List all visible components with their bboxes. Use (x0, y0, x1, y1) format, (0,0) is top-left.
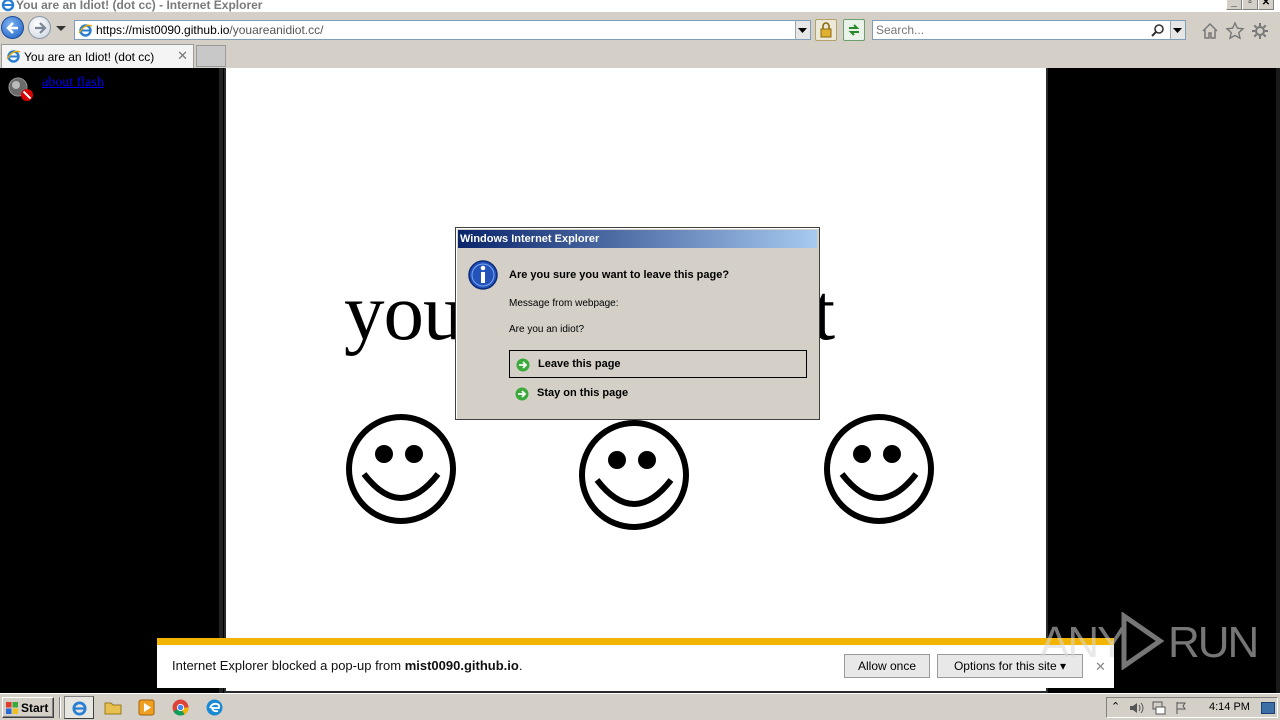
notification-suffix: . (518, 658, 523, 673)
tab-title: You are an Idiot! (dot cc) (24, 50, 155, 64)
chevron-down-icon (1173, 28, 1182, 33)
flag-icon[interactable] (1175, 701, 1189, 715)
taskbar-edge-button[interactable] (200, 696, 230, 719)
tab-bar: You are an Idiot! (dot cc) ✕ (0, 44, 1280, 68)
window-title: You are an Idiot! (dot cc) - Internet Ex… (16, 0, 263, 12)
dialog-message: Are you an idiot? (509, 324, 585, 335)
search-box[interactable] (872, 20, 1186, 40)
back-button[interactable] (1, 16, 24, 39)
media-player-icon (138, 699, 155, 716)
title-bar: You are an Idiot! (dot cc) - Internet Ex… (0, 0, 1280, 12)
home-icon[interactable] (1200, 21, 1220, 41)
favorites-star-icon[interactable] (1225, 21, 1245, 41)
back-arrow-icon (6, 22, 18, 34)
taskbar-separator (59, 697, 61, 718)
browser-window: You are an Idiot! (dot cc) - Internet Ex… (0, 0, 1280, 693)
watermark-text-left: ANY (1040, 618, 1126, 667)
taskbar-media-player-button[interactable] (132, 696, 162, 719)
ie-logo-icon (72, 701, 87, 716)
tab-close-icon[interactable]: ✕ (177, 48, 188, 64)
info-icon (468, 260, 498, 290)
windows-logo-icon (6, 702, 18, 714)
navigation-bar: https://mist0090.github.io/youareanidiot… (0, 12, 1280, 44)
start-label: Start (21, 701, 49, 715)
green-arrow-icon (515, 387, 529, 401)
ie-page-icon (6, 50, 21, 63)
missing-plugin-icon (8, 77, 33, 101)
security-lock-button[interactable] (815, 19, 837, 41)
chevron-down-icon[interactable] (55, 25, 67, 33)
frame-border (219, 68, 223, 693)
popup-blocked-notification: Internet Explorer blocked a pop-up from … (157, 638, 1114, 688)
taskbar-explorer-button[interactable] (98, 696, 128, 719)
dialog-title-bar: Windows Internet Explorer (458, 230, 817, 248)
about-flash-link[interactable]: about flash (42, 75, 104, 91)
search-icon[interactable] (1151, 23, 1165, 37)
leave-page-dialog: Windows Internet Explorer Are you sure y… (455, 227, 820, 420)
smiley-face-icon (579, 420, 689, 530)
address-host: https://mist0090.github.io (96, 23, 230, 37)
system-tray: ⌃ 4:14 PM (1106, 697, 1278, 718)
search-dropdown-button[interactable] (1170, 21, 1185, 39)
taskbar: Start ⌃ 4:14 PM (0, 693, 1280, 720)
network-icon[interactable] (1151, 701, 1166, 715)
search-input[interactable] (876, 22, 1146, 38)
notification-site: mist0090.github.io (404, 658, 519, 673)
edge-icon (206, 699, 223, 716)
taskbar-chrome-button[interactable] (166, 696, 196, 719)
allow-once-button[interactable]: Allow once (844, 654, 930, 678)
forward-button[interactable] (28, 16, 51, 39)
address-path: /youareanidiot.cc/ (229, 23, 324, 37)
notification-prefix: Internet Explorer blocked a pop-up from (172, 658, 405, 673)
smiley-face-icon (346, 414, 456, 524)
green-arrow-icon (516, 358, 530, 372)
minimize-button[interactable]: _ (1226, 0, 1242, 10)
clock[interactable]: 4:14 PM (1209, 701, 1250, 713)
tab-active[interactable]: You are an Idiot! (dot cc) ✕ (1, 44, 194, 68)
restore-button[interactable]: ▫ (1242, 0, 1258, 10)
start-button[interactable]: Start (2, 697, 54, 718)
address-bar[interactable]: https://mist0090.github.io/youareanidiot… (74, 20, 811, 40)
watermark-text-right: RUN (1168, 618, 1259, 667)
folder-icon (104, 702, 122, 715)
taskbar-ie-button[interactable] (64, 696, 94, 719)
new-tab-button[interactable] (196, 45, 226, 67)
show-desktop-icon[interactable] (1261, 702, 1275, 714)
stay-page-button[interactable]: Stay on this page (509, 380, 807, 408)
watermark: ANY RUN (1040, 610, 1259, 672)
play-logo-icon (1121, 612, 1165, 670)
smiley-face-icon (824, 414, 934, 524)
scrollbar-edge (1276, 68, 1280, 693)
notification-text: Internet Explorer blocked a pop-up from … (172, 658, 522, 673)
leave-page-label: Leave this page (538, 358, 621, 370)
dialog-heading: Are you sure you want to leave this page… (509, 269, 730, 281)
chrome-icon (172, 699, 189, 716)
ie-logo-icon (1, 0, 15, 12)
dialog-title: Windows Internet Explorer (460, 233, 600, 245)
refresh-button[interactable] (843, 19, 865, 41)
gear-icon[interactable] (1250, 21, 1270, 41)
address-url[interactable]: https://mist0090.github.io/youareanidiot… (96, 23, 323, 37)
leave-page-button[interactable]: Leave this page (509, 350, 807, 378)
address-dropdown-button[interactable] (795, 21, 810, 39)
ie-page-icon (78, 24, 93, 37)
stay-page-label: Stay on this page (537, 387, 629, 399)
tray-expand-icon[interactable]: ⌃ (1111, 700, 1120, 713)
dialog-message-label: Message from webpage: (509, 298, 619, 309)
refresh-icon (848, 24, 860, 36)
chevron-down-icon (798, 28, 807, 33)
lock-icon (820, 22, 832, 38)
close-window-button[interactable]: ✕ (1258, 0, 1274, 10)
forward-arrow-icon (35, 22, 47, 34)
volume-icon[interactable] (1129, 701, 1144, 715)
